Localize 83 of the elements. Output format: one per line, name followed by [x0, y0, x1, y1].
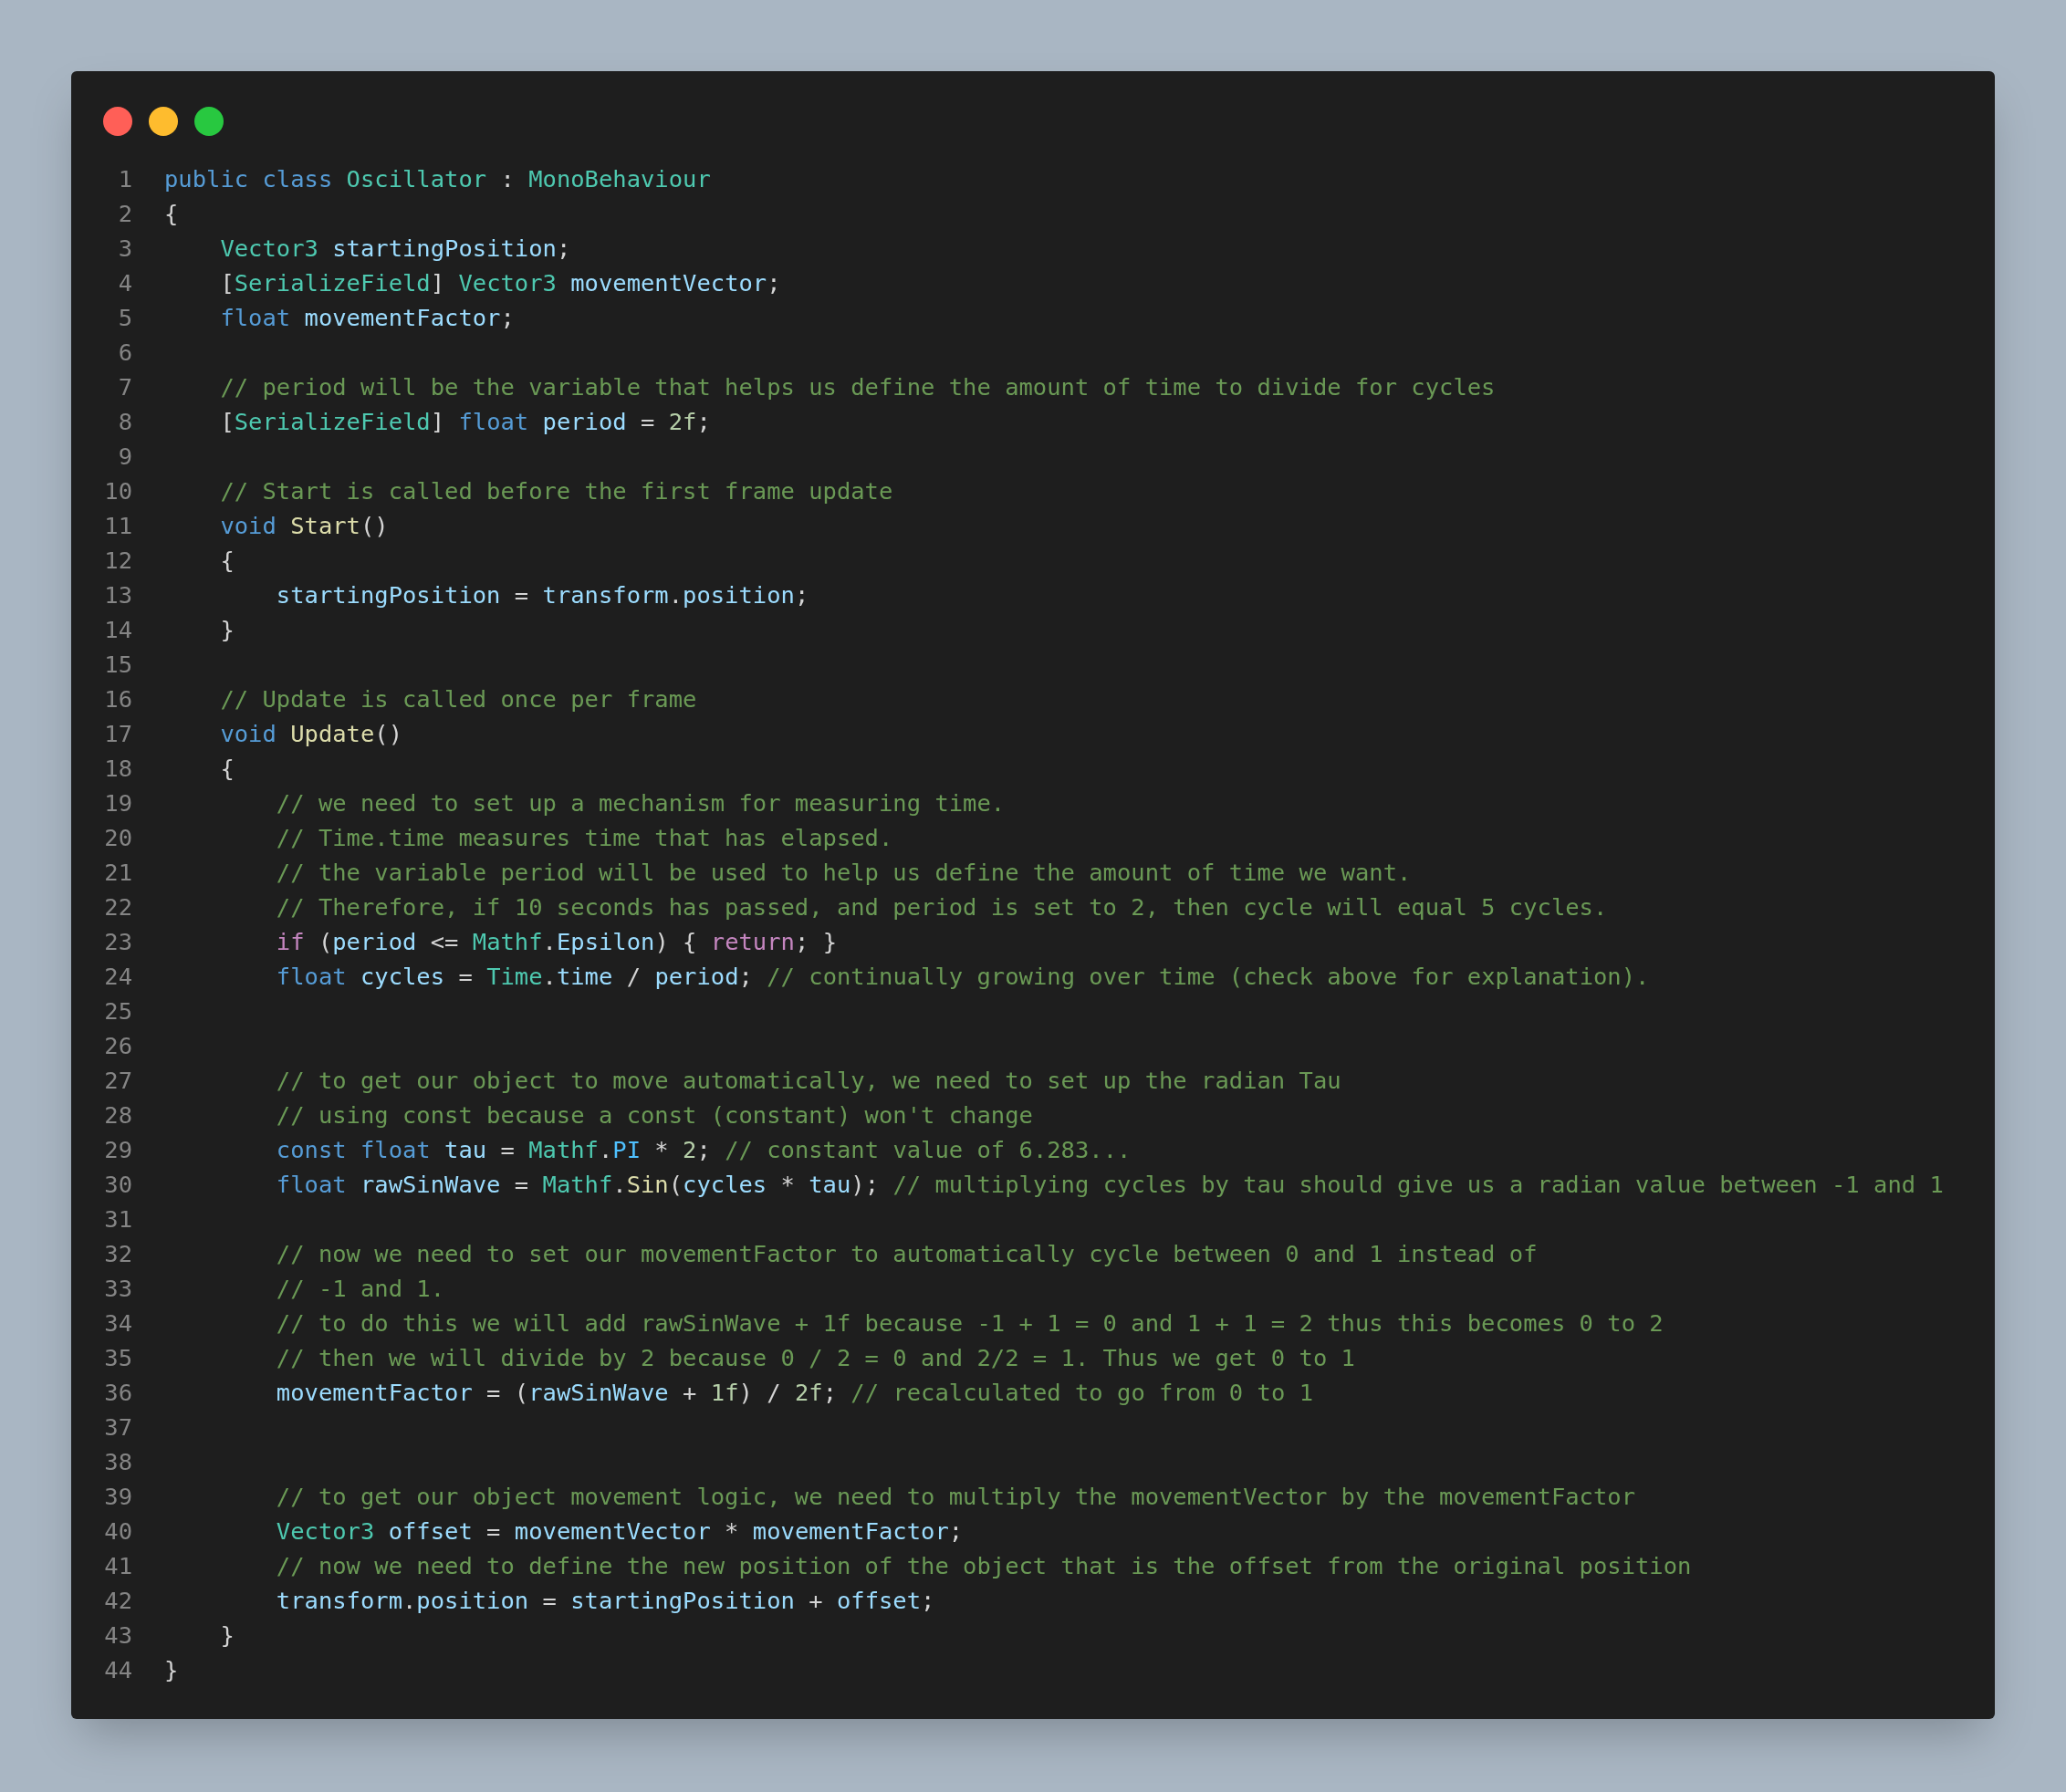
code-line: Vector3 startingPosition; [219, 233, 571, 264]
code-line: startingPosition = transform.position; [275, 579, 809, 610]
line-number: 32 [103, 1238, 132, 1269]
code-line: if (period <= Mathf.Epsilon) { return; } [275, 926, 837, 957]
line-number: 23 [103, 926, 132, 957]
line-number: 25 [103, 995, 132, 1026]
code-line: // period will be the variable that helps us define the amount of time to divide for cycles [219, 371, 1496, 402]
code-line: float movementFactor; [219, 302, 515, 333]
code-line: // we need to set up a mechanism for measuring time. [275, 787, 1006, 818]
line-number: 15 [103, 649, 132, 680]
line-number: 16 [103, 683, 132, 714]
line-number: 27 [103, 1065, 132, 1096]
line-number: 28 [103, 1099, 132, 1130]
line-number: 36 [103, 1377, 132, 1408]
code-line: // -1 and 1. [275, 1273, 445, 1304]
line-number: 20 [103, 822, 132, 853]
line-number: 29 [103, 1134, 132, 1165]
line-number: 42 [103, 1585, 132, 1616]
line-number: 14 [103, 614, 132, 645]
code-line: // now we need to set our movementFactor to automatically cycle between 0 and 1 instead of [275, 1238, 1538, 1269]
code-line: [SerializeField] float period = 2f; [219, 406, 711, 437]
line-number: 44 [103, 1654, 132, 1685]
code-line: void Update() [219, 718, 402, 749]
line-number: 6 [117, 337, 132, 368]
code-line: [SerializeField] Vector3 movementVector; [219, 267, 781, 298]
line-number: 26 [103, 1030, 132, 1061]
line-number: 34 [103, 1308, 132, 1339]
code-line: } [219, 1620, 235, 1651]
line-number: 39 [103, 1481, 132, 1512]
code-line: } [164, 1654, 179, 1685]
code-line: // to get our object to move automatically, we need to set up the radian Tau [275, 1065, 1341, 1096]
line-number: 33 [103, 1273, 132, 1304]
line-number: 21 [103, 857, 132, 888]
code-line: public class Oscillator : MonoBehaviour [164, 163, 711, 194]
line-number: 11 [103, 510, 132, 541]
code-line: } [219, 614, 235, 645]
line-number: 10 [103, 475, 132, 506]
code-line: // Time.time measures time that has elapsed. [275, 822, 893, 853]
window-control-icon[interactable] [103, 107, 132, 136]
code-line: { [219, 753, 235, 784]
line-number: 41 [103, 1550, 132, 1581]
code-line: transform.position = startingPosition + offset; [275, 1585, 935, 1616]
line-number: 35 [103, 1342, 132, 1373]
code-line: // using const because a const (constant) won't change [275, 1099, 1033, 1130]
code-line: // Update is called once per frame [219, 683, 697, 714]
line-number: 5 [117, 302, 132, 333]
code-line: // the variable period will be used to help us define the amount of time we want. [275, 857, 1412, 888]
line-number: 18 [103, 753, 132, 784]
line-number: 7 [117, 371, 132, 402]
line-number: 12 [103, 545, 132, 576]
line-number: 17 [103, 718, 132, 749]
code-line: { [164, 198, 179, 229]
code-line: // to get our object movement logic, we need to multiply the movementVector by the movementFactor [275, 1481, 1635, 1512]
code-line: Vector3 offset = movementVector * movementFactor; [275, 1516, 964, 1547]
code-line: // to do this we will add rawSinWave + 1f because -1 + 1 = 0 and 1 + 1 = 2 thus this becomes 0 to 2 [275, 1308, 1664, 1339]
code-line: float cycles = Time.time / period; // continually growing over time (check above for explanation). [275, 961, 1650, 992]
window-control-icon[interactable] [149, 107, 178, 136]
line-number: 1 [117, 163, 132, 194]
line-number: 8 [117, 406, 132, 437]
code-line: { [219, 545, 235, 576]
window-control-icon[interactable] [194, 107, 224, 136]
code-line: float rawSinWave = Mathf.Sin(cycles * tau); // multiplying cycles by tau should give us a radian value between -1 and 1 [275, 1169, 1944, 1200]
code-line: movementFactor = (rawSinWave + 1f) / 2f; // recalculated to go from 0 to 1 [275, 1377, 1313, 1408]
line-number: 9 [117, 441, 132, 472]
line-number: 38 [103, 1446, 132, 1477]
line-number: 19 [103, 787, 132, 818]
code-line: // Start is called before the first frame update [219, 475, 893, 506]
code-line: // now we need to define the new position of the object that is the offset from the original position [275, 1550, 1692, 1581]
line-number: 2 [117, 198, 132, 229]
line-number: 43 [103, 1620, 132, 1651]
code-line: // Therefore, if 10 seconds has passed, and period is set to 2, then cycle will equal 5 cycles. [275, 891, 1608, 922]
line-number: 30 [103, 1169, 132, 1200]
line-number: 24 [103, 961, 132, 992]
line-number: 13 [103, 579, 132, 610]
line-number: 37 [103, 1412, 132, 1443]
line-number: 40 [103, 1516, 132, 1547]
line-number: 22 [103, 891, 132, 922]
code-line: const float tau = Mathf.PI * 2; // constant value of 6.283... [275, 1134, 1132, 1165]
line-number: 3 [117, 233, 132, 264]
code-line: // then we will divide by 2 because 0 / 2 = 0 and 2/2 = 1. Thus we get 0 to 1 [275, 1342, 1355, 1373]
line-number: 4 [117, 267, 132, 298]
code-line: void Start() [219, 510, 389, 541]
line-number: 31 [103, 1203, 132, 1235]
